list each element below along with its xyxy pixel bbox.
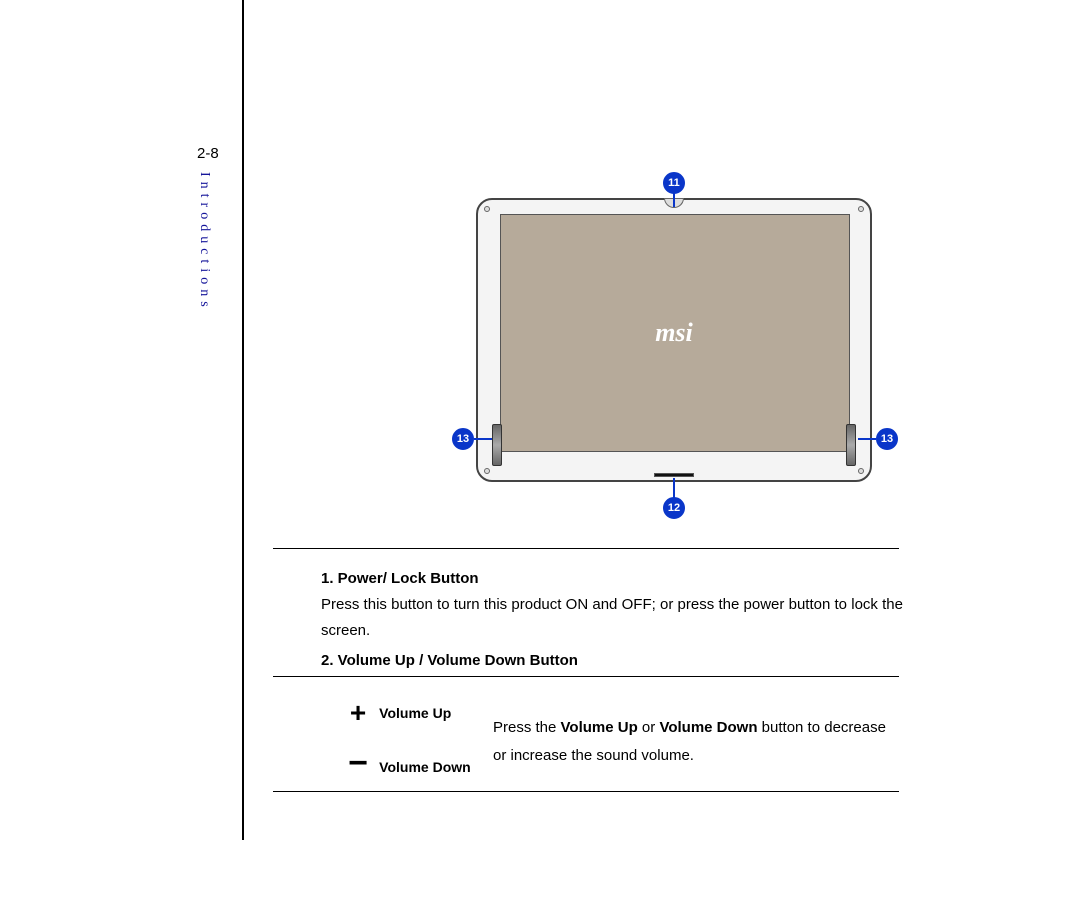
leader-line [858,438,876,440]
volume-up-row: + Volume Up [341,702,481,724]
device-diagram: msi [476,198,872,482]
screw-icon [858,206,864,212]
manual-page: 2-8 Introductions msi 11 12 13 13 1. Pow… [0,0,1080,906]
section-title-vertical: Introductions [196,172,212,312]
minus-icon: − [341,752,375,774]
volume-down-row: − Volume Down [341,756,481,778]
callout-13-left: 13 [452,428,474,450]
horizontal-rule [273,791,899,792]
volume-down-label: Volume Down [379,759,481,775]
tablet-body: msi [476,198,872,482]
item-1-heading: 1. Power/ Lock Button [321,566,903,592]
item-2-heading: 2. Volume Up / Volume Down Button [321,648,903,674]
hinge-left-icon [492,424,502,466]
text-bold: Volume Up [561,719,638,736]
item-1-body: Press this button to turn this product O… [321,592,903,644]
callout-13-right: 13 [876,428,898,450]
leader-line [673,193,675,207]
plus-icon: + [341,702,375,724]
screw-icon [858,468,864,474]
screw-icon [484,206,490,212]
page-number: 2-8 [197,145,219,162]
horizontal-rule [273,676,899,677]
volume-up-label: Volume Up [379,705,481,721]
volume-description: Press the Volume Up or Volume Down butto… [493,714,903,770]
hinge-right-icon [846,424,856,466]
vertical-divider [242,0,244,840]
bottom-slot-icon [654,473,694,477]
text: Press the [493,719,561,736]
text: or [638,719,660,736]
horizontal-rule [273,548,899,549]
callout-12: 12 [663,497,685,519]
msi-logo: msi [478,318,870,348]
screw-icon [484,468,490,474]
callout-11: 11 [663,172,685,194]
leader-line [673,478,675,498]
leader-line [474,438,492,440]
text-bold: Volume Down [659,719,757,736]
